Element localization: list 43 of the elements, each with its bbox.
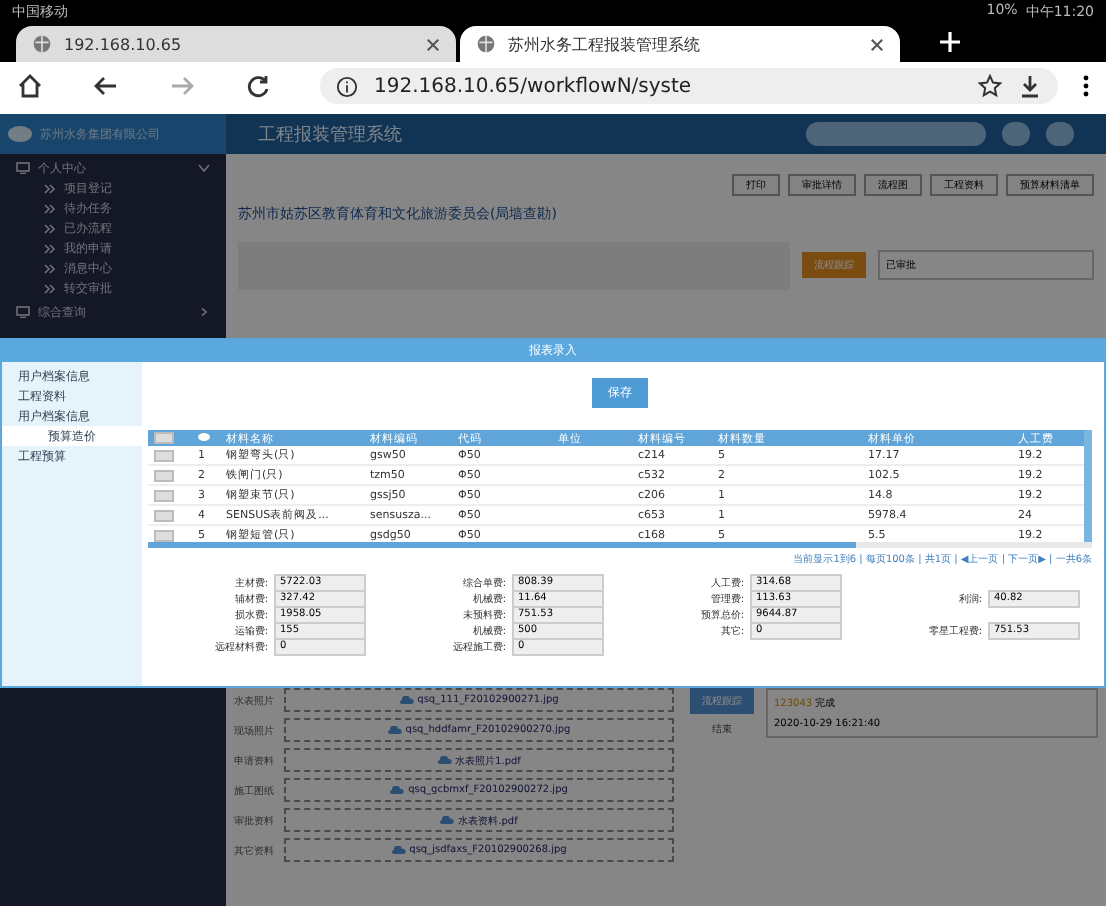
cloud-icon	[390, 786, 405, 794]
forward-icon[interactable]	[168, 72, 196, 100]
globe-icon	[476, 34, 496, 54]
menu-icon[interactable]	[1082, 74, 1090, 98]
chevron-icon	[198, 164, 210, 172]
home-icon[interactable]	[16, 72, 44, 100]
close-icon[interactable]	[426, 37, 440, 51]
globe-icon	[32, 34, 52, 54]
download-icon[interactable]	[1018, 74, 1042, 98]
monitor-icon	[16, 162, 30, 174]
new-tab-icon[interactable]	[940, 32, 960, 52]
chevron-icon	[198, 308, 210, 316]
row-checkbox[interactable]	[154, 489, 174, 501]
address-field[interactable]: 192.168.10.65/workflowN/syste	[320, 68, 1058, 104]
row-checkbox[interactable]	[154, 509, 174, 521]
cloud-icon	[440, 816, 455, 824]
browser-tab[interactable]: 192.168.10.65	[16, 26, 456, 62]
scrollbar[interactable]	[148, 542, 1092, 548]
cloud-icon	[391, 846, 406, 854]
eye-icon	[198, 431, 210, 441]
cloud-icon	[387, 726, 402, 734]
double-chevron-icon	[44, 203, 56, 213]
double-chevron-icon	[44, 243, 56, 253]
double-chevron-icon	[44, 263, 56, 273]
back-icon[interactable]	[92, 72, 120, 100]
double-chevron-icon	[44, 183, 56, 193]
row-checkbox[interactable]	[154, 449, 174, 461]
double-chevron-icon	[44, 283, 56, 293]
double-chevron-icon	[44, 223, 56, 233]
row-checkbox[interactable]	[154, 529, 174, 541]
app-title: 工程报装管理系统	[258, 123, 404, 147]
reload-icon[interactable]	[244, 72, 272, 100]
star-icon[interactable]	[978, 74, 1002, 98]
cloud-icon	[399, 696, 414, 704]
info-icon	[336, 75, 358, 97]
browser-tab[interactable]: 苏州水务工程报装管理系统	[460, 26, 900, 62]
user-menu[interactable]	[806, 122, 986, 146]
close-icon[interactable]	[870, 37, 884, 51]
monitor-icon	[16, 306, 30, 318]
logo-icon	[6, 124, 34, 144]
cloud-icon	[437, 756, 452, 764]
row-checkbox[interactable]	[154, 469, 174, 481]
select-all-checkbox[interactable]	[154, 432, 174, 444]
